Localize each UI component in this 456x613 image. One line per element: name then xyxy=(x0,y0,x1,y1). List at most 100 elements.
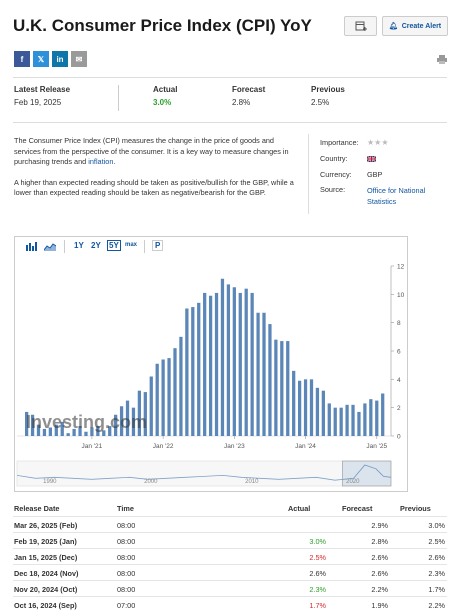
uk-flag-icon xyxy=(366,155,377,164)
cpi-bar xyxy=(197,302,201,436)
cpi-bar xyxy=(84,431,88,436)
cpi-bar xyxy=(268,324,272,436)
actual-cell: 2.3% xyxy=(309,585,326,594)
release-date-cell: Mar 26, 2025 (Feb) xyxy=(14,521,78,530)
share-bar: f 𝕏in ✉ xyxy=(14,51,87,67)
time-cell: 08:00 xyxy=(117,553,136,562)
forecast-block: Forecast 2.8% xyxy=(232,85,265,107)
create-alert-label: Create Alert xyxy=(401,22,442,30)
cpi-bar xyxy=(256,312,260,436)
cpi-bar xyxy=(315,387,320,436)
navigator-label: 2020 xyxy=(346,479,360,485)
create-alert-button[interactable]: 🔔︎ Create Alert xyxy=(382,16,448,36)
cpi-bar xyxy=(155,363,159,436)
previous-value: 2.5% xyxy=(311,98,330,107)
cpi-bar xyxy=(244,288,248,436)
calendar-plus-icon xyxy=(355,21,367,31)
country-row: Country: xyxy=(320,154,377,163)
latest-release: Latest Release Feb 19, 2025 xyxy=(14,85,70,107)
forecast-value: 2.8% xyxy=(232,98,251,107)
range-1y-button[interactable]: 1Y xyxy=(74,241,84,250)
cpi-bar xyxy=(381,393,385,436)
p-button[interactable]: P xyxy=(152,240,164,251)
cpi-bar xyxy=(185,308,189,436)
release-date-cell: Oct 16, 2024 (Sep) xyxy=(14,601,77,610)
previous-cell: 3.0% xyxy=(428,521,445,530)
table-row: Mar 26, 2025 (Feb) 08:00 2.9% 3.0% xyxy=(13,516,447,533)
table-row: Feb 19, 2025 (Jan) 08:00 3.0% 2.8% 2.5% xyxy=(13,532,447,549)
time-cell: 08:00 xyxy=(117,585,136,594)
importance-stars-icon: ★★★ xyxy=(367,138,389,147)
table-row: Oct 16, 2024 (Sep) 07:00 1.7% 1.9% 2.2% xyxy=(13,596,447,613)
release-date-cell: Jan 15, 2025 (Dec) xyxy=(14,553,78,562)
source-link-line: Office for National xyxy=(367,186,426,195)
cpi-bar xyxy=(280,341,284,436)
email-button[interactable]: ✉ xyxy=(71,51,87,67)
col-previous: Previous xyxy=(400,504,431,513)
cpi-bar xyxy=(161,359,165,436)
cpi-bar xyxy=(191,307,195,436)
col-release-date: Release Date xyxy=(14,504,60,513)
facebook-button[interactable]: f xyxy=(14,51,30,67)
importance-row: Importance: ★★★ xyxy=(320,138,389,147)
y-tick-label: 10 xyxy=(397,292,405,299)
cpi-bar xyxy=(333,407,337,436)
col-actual: Actual xyxy=(288,504,311,513)
y-tick-label: 2 xyxy=(397,405,401,412)
divider xyxy=(118,85,119,111)
y-tick-label: 6 xyxy=(397,349,401,356)
actual-cell: 2.6% xyxy=(309,569,326,578)
cpi-bar xyxy=(292,370,296,436)
time-cell: 08:00 xyxy=(117,521,136,530)
cpi-bar xyxy=(303,379,308,436)
area-chart-icon[interactable] xyxy=(44,241,56,251)
release-date-cell: Nov 20, 2024 (Oct) xyxy=(14,585,78,594)
source-link[interactable]: Office for National Statistics xyxy=(367,185,425,207)
previous-block: Previous 2.5% xyxy=(311,85,345,107)
country-label: Country: xyxy=(320,154,348,163)
cpi-bar xyxy=(179,336,183,436)
x-tick-label: Jan '21 xyxy=(82,443,103,450)
bar-chart-icon[interactable] xyxy=(26,241,38,251)
description: The Consumer Price Index (CPI) measures … xyxy=(14,136,294,199)
previous-label: Previous xyxy=(311,85,345,94)
previous-cell: 2.3% xyxy=(428,569,445,578)
time-cell: 08:00 xyxy=(117,569,136,578)
range-max-button[interactable]: max xyxy=(125,242,137,248)
linkedin-button[interactable]: in xyxy=(52,51,68,67)
add-to-watchlist-button[interactable] xyxy=(344,16,377,36)
time-cell: 07:00 xyxy=(117,601,136,610)
currency-value: GBP xyxy=(367,170,383,179)
range-2y-button[interactable]: 2Y xyxy=(91,241,101,250)
divider xyxy=(13,122,447,123)
divider xyxy=(144,240,145,253)
bell-icon: 🔔︎ xyxy=(388,23,398,30)
cpi-bar xyxy=(375,400,379,436)
forecast-cell: 2.9% xyxy=(371,521,388,530)
latest-release-date: Feb 19, 2025 xyxy=(14,98,62,107)
time-cell: 08:00 xyxy=(117,537,136,546)
cpi-bar xyxy=(250,292,254,436)
description-text: . xyxy=(113,157,116,166)
cpi-bar xyxy=(321,390,325,436)
cpi-bar-chart: 0 2 4 6 8 10 12 Jan '21 Jan '22 Jan '23 Jan '24 Jan… xyxy=(16,264,405,487)
previous-cell: 1.7% xyxy=(428,585,445,594)
cpi-bar xyxy=(286,341,290,436)
range-5y-button[interactable]: 5Y xyxy=(107,240,121,251)
inflation-link[interactable]: inflation xyxy=(88,157,113,166)
cpi-bar xyxy=(214,292,219,436)
cpi-bar xyxy=(369,399,373,436)
cpi-bar xyxy=(262,312,266,436)
table-header: Release Date Time Actual Forecast Previo… xyxy=(13,500,447,516)
cpi-bar xyxy=(226,284,231,436)
cpi-bar xyxy=(345,404,349,436)
cpi-bar xyxy=(297,380,302,436)
cpi-bar xyxy=(167,358,171,436)
page-title: U.K. Consumer Price Index (CPI) YoY xyxy=(13,16,312,35)
actual-value: 3.0% xyxy=(153,98,172,107)
previous-cell: 2.5% xyxy=(428,537,445,546)
cpi-bar xyxy=(203,292,207,436)
y-tick-label: 8 xyxy=(397,320,401,327)
print-icon[interactable] xyxy=(437,55,447,64)
twitter-button[interactable]: 𝕏 xyxy=(33,51,49,67)
